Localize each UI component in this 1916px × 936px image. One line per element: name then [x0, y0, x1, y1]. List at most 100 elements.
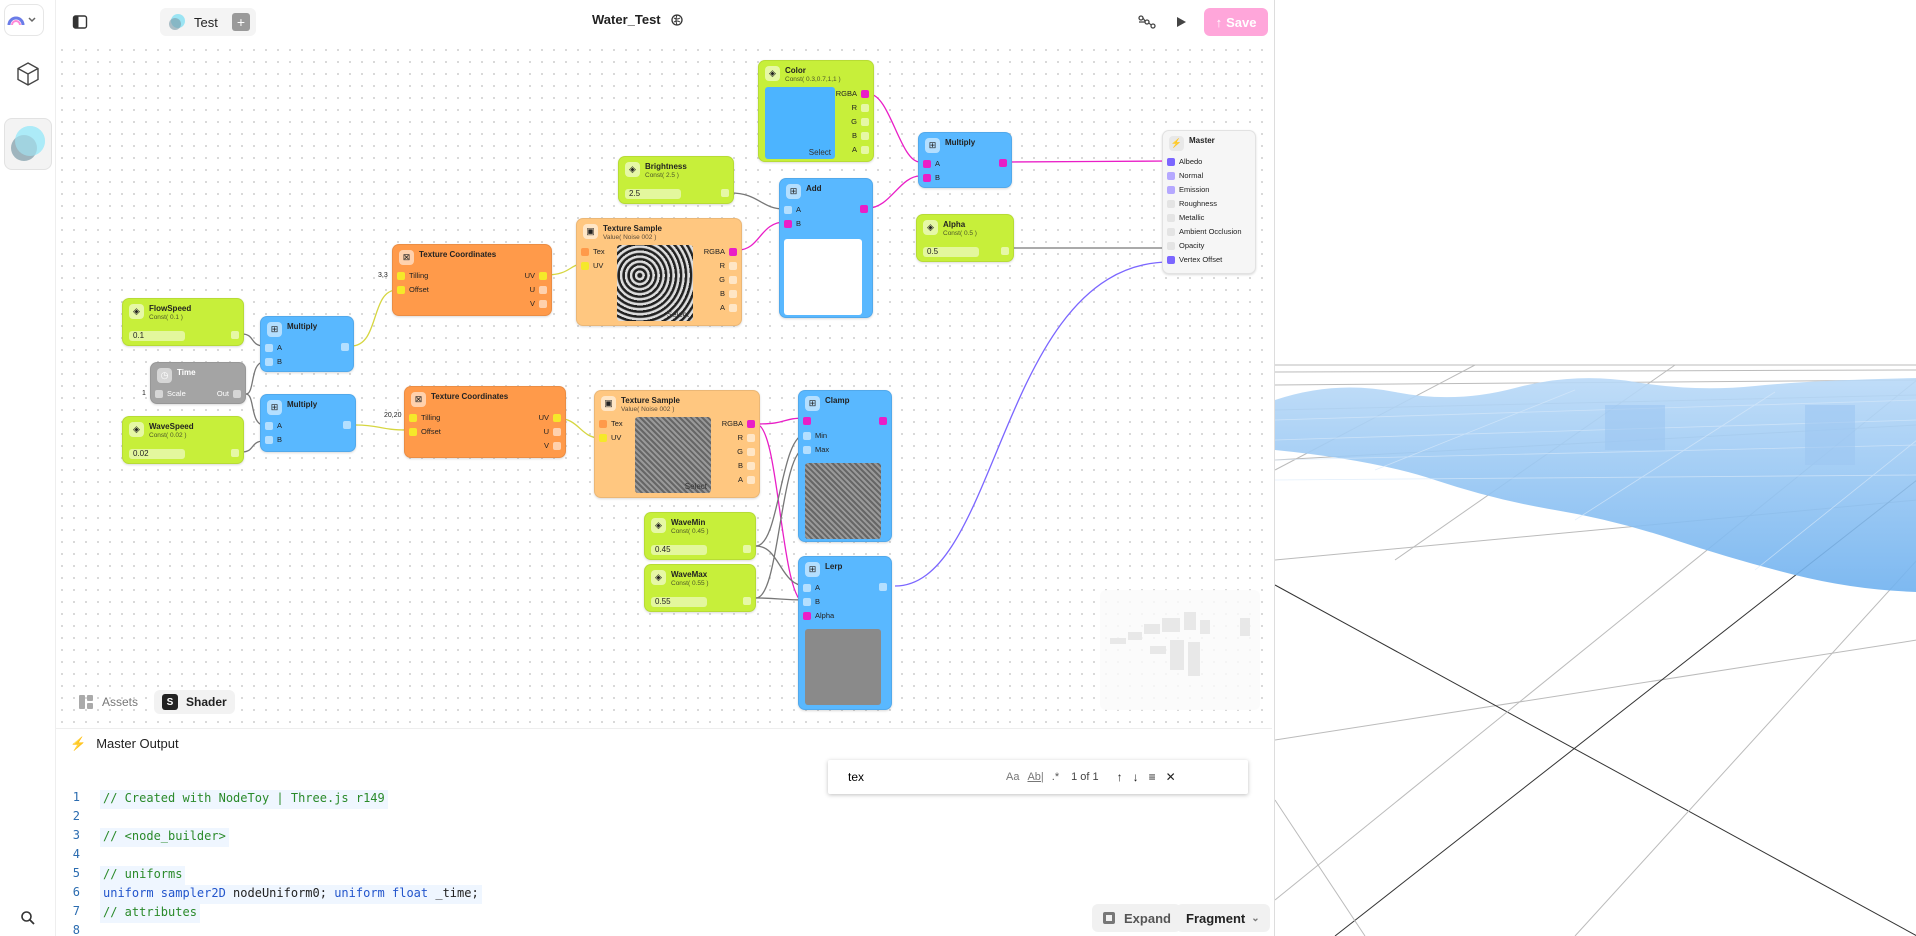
- whole-word-toggle[interactable]: Ab|: [1027, 771, 1043, 783]
- output-socket[interactable]: [539, 299, 547, 308]
- clamp-node[interactable]: ⊞ Clamp Min Max: [798, 390, 892, 542]
- output-socket[interactable]: [721, 189, 729, 197]
- wavespeed-node[interactable]: ◈ WaveSpeed Const( 0.02 ) 0.02: [122, 416, 244, 464]
- toggle-sidebar-button[interactable]: [68, 8, 92, 36]
- output-socket[interactable]: [879, 583, 887, 591]
- flowspeed-node[interactable]: ◈ FlowSpeed Const( 0.1 ) 0.1: [122, 298, 244, 346]
- output-socket[interactable]: [729, 247, 737, 256]
- input-socket[interactable]: [1167, 157, 1175, 166]
- output-socket[interactable]: [861, 131, 869, 140]
- input-socket[interactable]: [599, 419, 607, 428]
- regex-toggle[interactable]: .*: [1052, 771, 1059, 783]
- multiply-node-2[interactable]: ⊞ Multiply A B: [260, 394, 356, 452]
- share-graph-button[interactable]: [1134, 8, 1160, 36]
- multiply-node-top[interactable]: ⊞ Multiply A B: [918, 132, 1012, 188]
- material-thumbnail-button[interactable]: [4, 118, 52, 170]
- cube-button[interactable]: [4, 52, 52, 96]
- input-socket[interactable]: [397, 271, 405, 280]
- output-socket[interactable]: [343, 421, 351, 429]
- output-socket[interactable]: [553, 427, 561, 436]
- input-socket[interactable]: [803, 431, 811, 440]
- input-socket[interactable]: [265, 421, 273, 430]
- input-socket[interactable]: [581, 261, 589, 270]
- output-socket[interactable]: [743, 597, 751, 605]
- noise-texture-preview[interactable]: Select: [635, 417, 711, 493]
- input-socket[interactable]: [265, 435, 273, 444]
- output-socket[interactable]: [553, 441, 561, 450]
- find-in-selection-icon[interactable]: ≡: [1149, 770, 1156, 784]
- output-socket[interactable]: [861, 89, 869, 98]
- input-socket[interactable]: [581, 247, 589, 256]
- search-icon[interactable]: [20, 910, 36, 931]
- close-icon[interactable]: ✕: [1166, 770, 1176, 784]
- output-socket[interactable]: [861, 145, 869, 154]
- output-socket[interactable]: [539, 285, 547, 294]
- input-socket[interactable]: [1167, 255, 1175, 264]
- texture-coordinates-node-2[interactable]: ⊠ Texture Coordinates Tilling Offset UV U…: [404, 386, 566, 458]
- document-title[interactable]: Water_Test: [592, 12, 683, 27]
- input-socket[interactable]: [784, 205, 792, 214]
- input-socket[interactable]: [397, 285, 405, 294]
- match-case-toggle[interactable]: Aa: [1006, 771, 1019, 783]
- multiply-node-1[interactable]: ⊞ Multiply A B: [260, 316, 354, 372]
- find-input[interactable]: [848, 765, 998, 789]
- output-socket[interactable]: [747, 433, 755, 442]
- output-socket[interactable]: [729, 303, 737, 312]
- alpha-node[interactable]: ◈ Alpha Const( 0.5 ) 0.5: [916, 214, 1014, 262]
- noise-texture-preview[interactable]: Select: [617, 245, 693, 321]
- add-node[interactable]: ⊞ Add A B: [779, 178, 873, 318]
- texture-sample-node-1[interactable]: ▣ Texture Sample Value( Noise 002 ) Tex UV…: [576, 218, 742, 326]
- output-socket[interactable]: [729, 261, 737, 270]
- tab-shader[interactable]: S Shader: [154, 690, 235, 714]
- output-socket[interactable]: [999, 159, 1007, 167]
- value-field[interactable]: 0.02: [129, 449, 185, 459]
- save-button[interactable]: ↑ Save: [1204, 8, 1268, 36]
- output-socket[interactable]: [1001, 247, 1009, 255]
- output-socket[interactable]: [729, 275, 737, 284]
- master-node[interactable]: ⚡ Master Albedo Normal Emission Roughness…: [1162, 130, 1256, 274]
- tab-assets[interactable]: Assets: [70, 690, 146, 714]
- input-socket[interactable]: [1167, 171, 1175, 180]
- wavemax-node[interactable]: ◈ WaveMax Const( 0.55 ) 0.55: [644, 564, 756, 612]
- value-field[interactable]: 0.1: [129, 331, 185, 341]
- lerp-node[interactable]: ⊞ Lerp A B Alpha: [798, 556, 892, 710]
- select-label[interactable]: Select: [685, 482, 707, 491]
- output-socket[interactable]: [743, 545, 751, 553]
- output-socket[interactable]: [231, 331, 239, 339]
- input-socket[interactable]: [803, 445, 811, 454]
- input-socket[interactable]: [1167, 185, 1175, 194]
- output-socket[interactable]: [539, 271, 547, 280]
- output-socket[interactable]: [553, 413, 561, 422]
- output-socket[interactable]: [747, 447, 755, 456]
- output-socket[interactable]: [747, 475, 755, 484]
- input-socket[interactable]: [1167, 199, 1175, 208]
- value-field[interactable]: 2.5: [625, 189, 681, 199]
- input-socket[interactable]: [409, 413, 417, 422]
- input-socket[interactable]: [409, 427, 417, 436]
- output-socket[interactable]: [747, 461, 755, 470]
- output-socket[interactable]: [233, 389, 241, 398]
- output-socket[interactable]: [729, 289, 737, 298]
- output-socket[interactable]: [860, 205, 868, 213]
- input-socket[interactable]: [599, 433, 607, 442]
- input-socket[interactable]: [803, 583, 811, 592]
- input-socket[interactable]: [265, 357, 273, 366]
- arrow-down-icon[interactable]: ↓: [1133, 770, 1139, 784]
- graph-minimap[interactable]: [1100, 590, 1260, 710]
- shader-stage-select[interactable]: Fragment ⌄: [1176, 904, 1270, 932]
- value-field[interactable]: 0.5: [923, 247, 979, 257]
- brightness-node[interactable]: ◈ Brightness Const( 2.5 ) 2.5: [618, 156, 734, 204]
- texture-coordinates-node-1[interactable]: ⊠ Texture Coordinates Tilling Offset UV U…: [392, 244, 552, 316]
- select-label[interactable]: Select: [667, 310, 689, 319]
- input-socket[interactable]: [803, 611, 811, 620]
- time-node[interactable]: ◷ Time Scale Out: [150, 362, 246, 404]
- input-socket[interactable]: [265, 343, 273, 352]
- input-socket[interactable]: [155, 389, 163, 398]
- output-socket[interactable]: [747, 419, 755, 428]
- input-socket[interactable]: [923, 159, 931, 168]
- value-field[interactable]: 0.55: [651, 597, 707, 607]
- input-socket[interactable]: [1167, 241, 1175, 250]
- expand-button[interactable]: Expand: [1092, 904, 1181, 932]
- texture-sample-node-2[interactable]: ▣ Texture Sample Value( Noise 002 ) Tex UV…: [594, 390, 760, 498]
- input-socket[interactable]: [803, 597, 811, 606]
